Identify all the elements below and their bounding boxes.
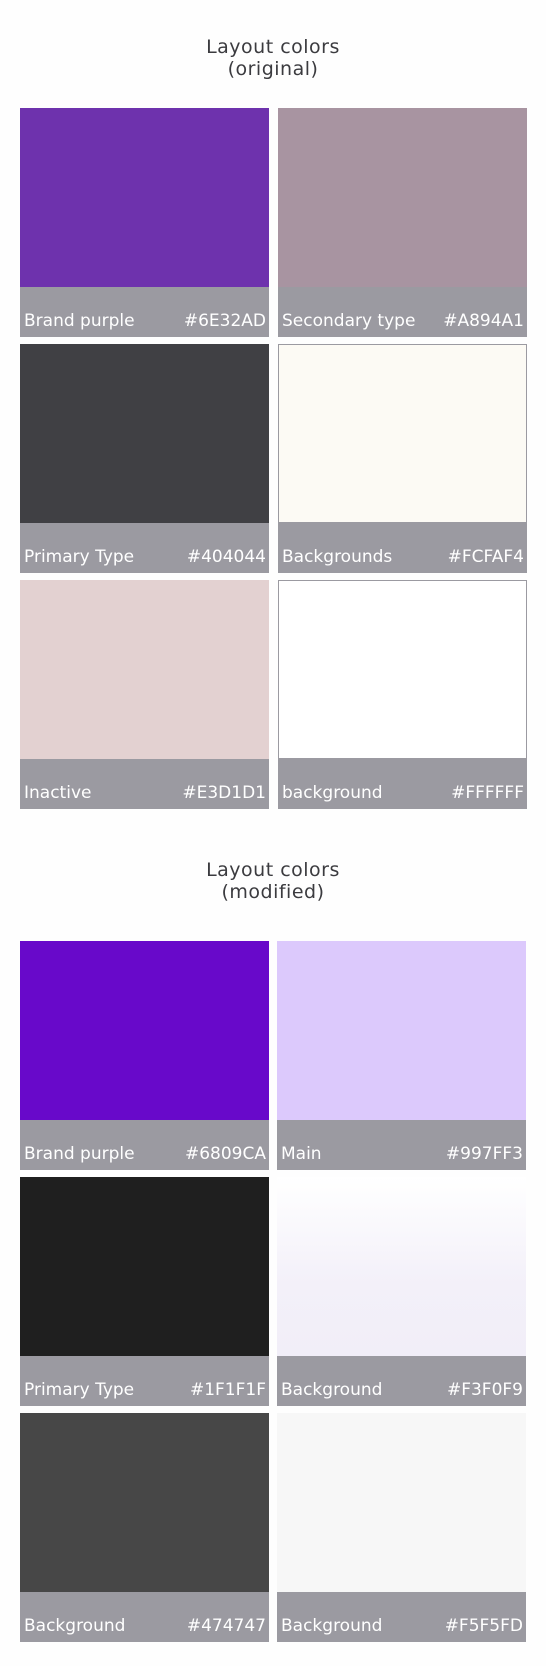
color-label-bar: Background #F3F0F9 bbox=[277, 1356, 526, 1406]
color-card-backgrounds: Backgrounds #FCFAF4 bbox=[278, 344, 527, 573]
color-label-bar: Primary Type #1F1F1F bbox=[20, 1356, 269, 1406]
color-label-bar: Secondary type #A894A1 bbox=[278, 287, 527, 337]
color-label-bar: Primary Type #404044 bbox=[20, 523, 269, 573]
color-name: Background bbox=[281, 1380, 383, 1400]
color-card-background: Background #F3F0F9 bbox=[277, 1177, 526, 1406]
color-swatch bbox=[20, 108, 269, 287]
section-title-line1: Layout colors bbox=[206, 859, 340, 881]
color-hex: #A894A1 bbox=[443, 311, 524, 331]
color-swatch bbox=[278, 344, 527, 523]
color-swatch bbox=[20, 941, 269, 1120]
color-label-bar: Inactive #E3D1D1 bbox=[20, 759, 269, 809]
color-hex: #404044 bbox=[186, 547, 266, 567]
color-card-primary-type: Primary Type #404044 bbox=[20, 344, 269, 573]
color-name: Primary Type bbox=[24, 547, 135, 567]
color-hex: #474747 bbox=[186, 1616, 266, 1636]
color-card-secondary-type: Secondary type #A894A1 bbox=[278, 108, 527, 337]
color-name: Backgrounds bbox=[282, 547, 393, 567]
color-hex: #997FF3 bbox=[445, 1144, 523, 1164]
color-hex: #1F1F1F bbox=[189, 1380, 266, 1400]
color-swatch bbox=[20, 344, 269, 523]
color-card-background: Background #474747 bbox=[20, 1413, 269, 1642]
color-label-bar: Background #F5F5FD bbox=[277, 1592, 526, 1642]
color-label-bar: Main #997FF3 bbox=[277, 1120, 526, 1170]
color-card-main: Main #997FF3 bbox=[277, 941, 526, 1170]
section-title-line2: (modified) bbox=[221, 881, 325, 903]
color-hex: #FFFFFF bbox=[451, 783, 524, 803]
color-swatch bbox=[20, 580, 269, 759]
section-title-line1: Layout colors bbox=[206, 36, 340, 58]
color-card-brand-purple: Brand purple #6809CA bbox=[20, 941, 269, 1170]
color-swatch bbox=[20, 1413, 269, 1592]
color-name: Brand purple bbox=[24, 311, 135, 331]
color-card-background: background #FFFFFF bbox=[278, 580, 527, 809]
color-swatch bbox=[277, 941, 526, 1120]
color-hex: #FCFAF4 bbox=[447, 547, 524, 567]
color-card-background: Background #F5F5FD bbox=[277, 1413, 526, 1642]
color-card-primary-type: Primary Type #1F1F1F bbox=[20, 1177, 269, 1406]
color-label-bar: Background #474747 bbox=[20, 1592, 269, 1642]
color-name: background bbox=[282, 783, 383, 803]
color-hex: #F3F0F9 bbox=[446, 1380, 523, 1400]
color-card-inactive: Inactive #E3D1D1 bbox=[20, 580, 269, 809]
color-name: Background bbox=[281, 1616, 383, 1636]
color-swatch bbox=[278, 108, 527, 287]
color-label-bar: Brand purple #6E32AD bbox=[20, 287, 269, 337]
color-hex: #F5F5FD bbox=[444, 1616, 523, 1636]
color-hex: #6809CA bbox=[184, 1144, 266, 1164]
color-name: Inactive bbox=[24, 783, 92, 803]
color-label-bar: Brand purple #6809CA bbox=[20, 1120, 269, 1170]
color-name: Secondary type bbox=[282, 311, 416, 331]
color-hex: #E3D1D1 bbox=[182, 783, 266, 803]
color-name: Brand purple bbox=[24, 1144, 135, 1164]
color-name: Primary Type bbox=[24, 1380, 135, 1400]
color-swatch bbox=[278, 580, 527, 759]
section-title-modified: Layout colors (modified) bbox=[0, 859, 546, 903]
color-swatch bbox=[277, 1413, 526, 1592]
color-card-brand-purple: Brand purple #6E32AD bbox=[20, 108, 269, 337]
section-title-original: Layout colors (original) bbox=[0, 36, 546, 80]
color-label-bar: Backgrounds #FCFAF4 bbox=[278, 523, 527, 573]
color-swatch bbox=[277, 1177, 526, 1356]
color-swatch bbox=[20, 1177, 269, 1356]
color-name: Background bbox=[24, 1616, 126, 1636]
color-hex: #6E32AD bbox=[183, 311, 266, 331]
color-name: Main bbox=[281, 1144, 322, 1164]
color-label-bar: background #FFFFFF bbox=[278, 759, 527, 809]
section-title-line2: (original) bbox=[227, 58, 319, 80]
